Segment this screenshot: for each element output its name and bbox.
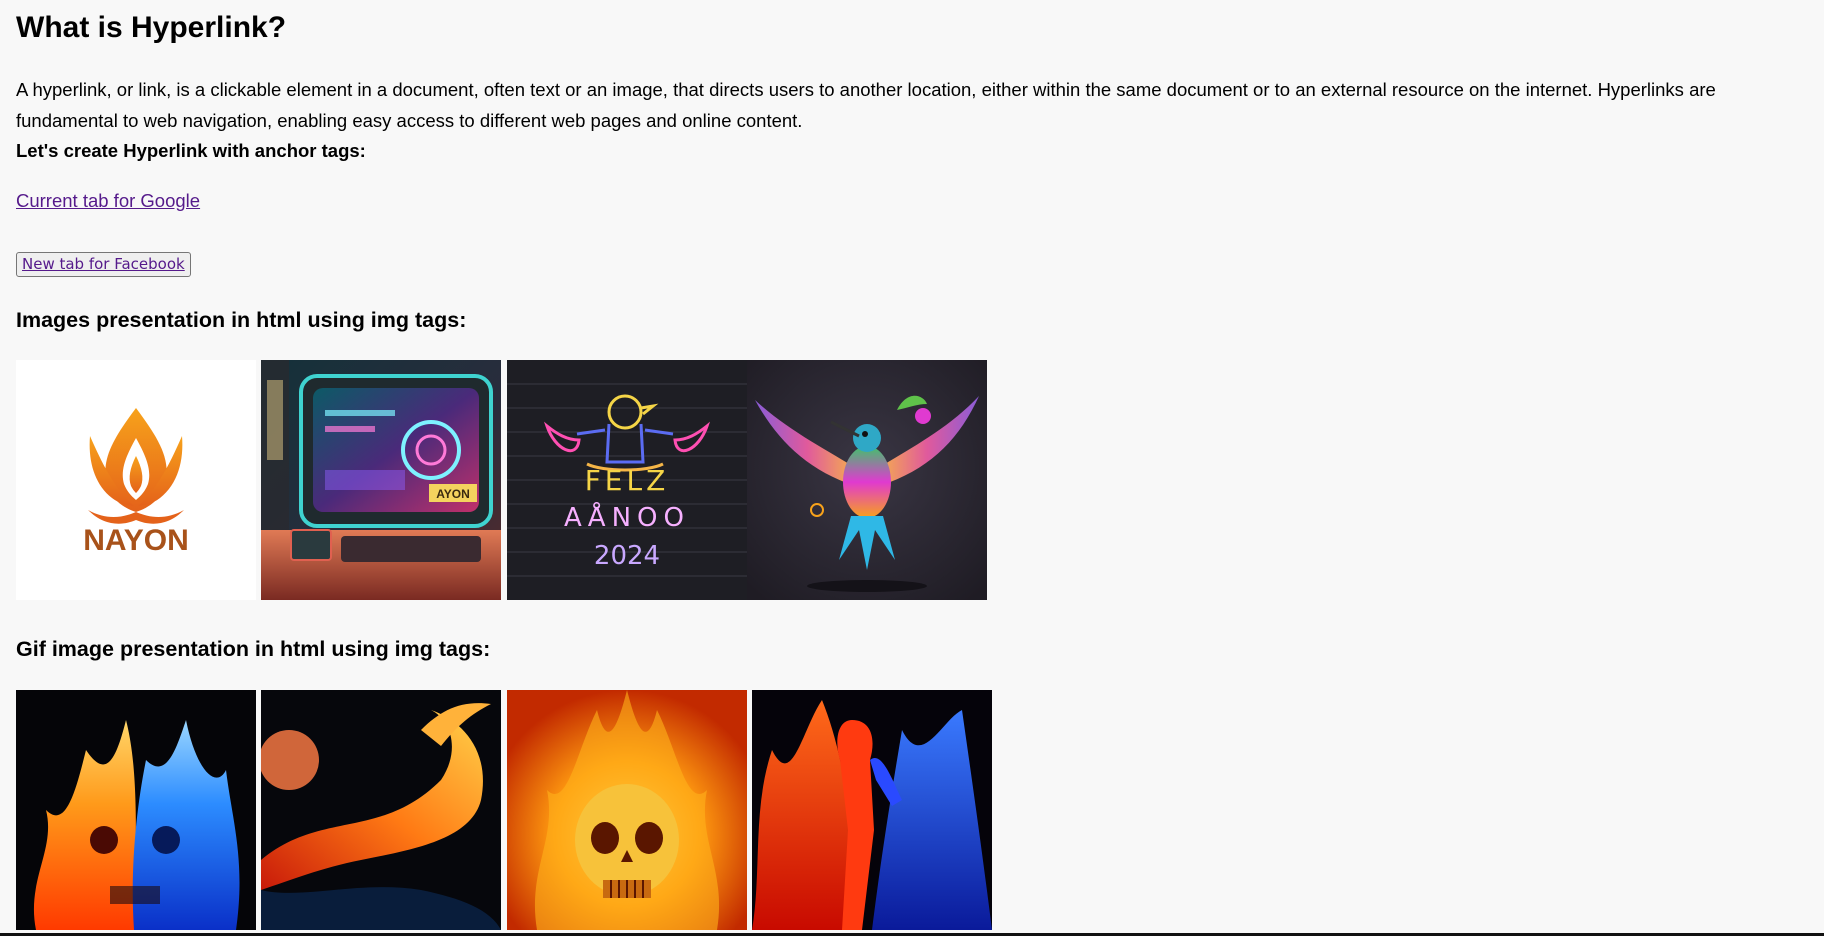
cyber-monitor-image: AYON bbox=[261, 360, 501, 600]
neon-text-line2: AÅNOO bbox=[564, 501, 690, 533]
gif-section-title: Gif image presentation in html using img… bbox=[16, 637, 491, 661]
google-link[interactable]: Current tab for Google bbox=[16, 188, 200, 214]
fire-ice-skull-gif bbox=[16, 690, 256, 930]
anchor-subheading: Let's create Hyperlink with anchor tags: bbox=[16, 140, 366, 161]
page-title: What is Hyperlink? bbox=[16, 11, 287, 44]
neon-text-line3: 2024 bbox=[594, 541, 660, 571]
monitor-label: AYON bbox=[436, 487, 470, 501]
neon-text-line1: FELZ bbox=[585, 464, 670, 497]
facebook-link[interactable]: New tab for Facebook bbox=[22, 255, 185, 273]
flaming-skull-gif bbox=[507, 690, 747, 930]
hummingbird-image bbox=[747, 360, 987, 600]
nayon-logo-image: NAYON bbox=[16, 360, 256, 600]
intro-paragraph: A hyperlink, or link, is a clickable ele… bbox=[16, 79, 1716, 131]
neon-bird-image: FELZ AÅNOO 2024 bbox=[507, 360, 747, 600]
logo-wordmark: NAYON bbox=[83, 524, 189, 557]
phoenix-gif bbox=[261, 690, 501, 930]
fire-ice-figure-gif bbox=[752, 690, 992, 930]
images-section-title: Images presentation in html using img ta… bbox=[16, 308, 467, 332]
page: What is Hyperlink? A hyperlink, or link,… bbox=[0, 0, 1824, 936]
facebook-button[interactable]: New tab for Facebook bbox=[16, 252, 191, 277]
